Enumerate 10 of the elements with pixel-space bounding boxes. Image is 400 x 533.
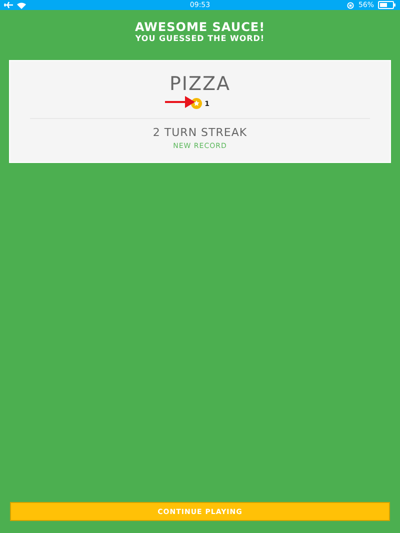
- coin-icon: [190, 98, 202, 109]
- guessed-word: PIZZA: [169, 73, 231, 95]
- headline: AWESOME SAUCE!: [134, 20, 266, 34]
- subheadline: YOU GUESSED THE WORD!: [135, 34, 265, 43]
- wifi-icon: [17, 2, 26, 8]
- streak-text: 2 TURN STREAK: [152, 126, 248, 139]
- arrow-icon: [165, 95, 195, 109]
- orientation-lock-icon: [347, 2, 354, 8]
- battery-icon: [378, 1, 396, 9]
- airplane-icon: [4, 1, 13, 9]
